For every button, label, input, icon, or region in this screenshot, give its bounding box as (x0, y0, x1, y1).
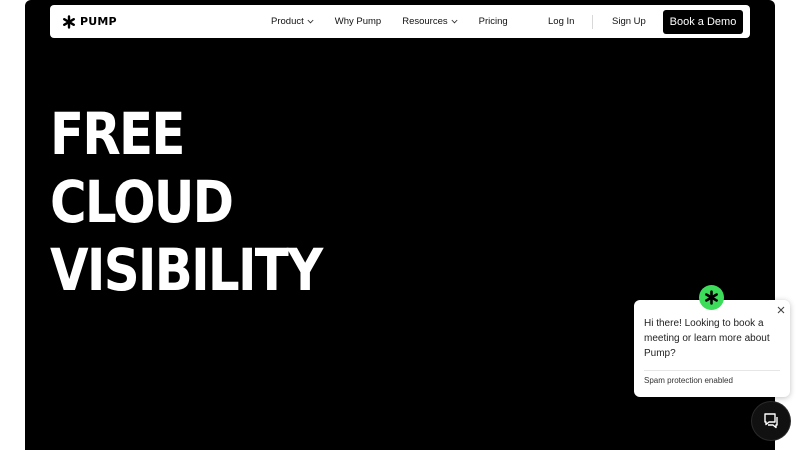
nav-item-product[interactable]: Product (271, 16, 314, 27)
top-navbar: PUMP Product Why Pump Resources Pricing … (50, 5, 750, 38)
brand-logo[interactable]: PUMP (62, 5, 117, 38)
nav-item-label: Product (271, 16, 304, 27)
brand-name: PUMP (80, 15, 117, 28)
chevron-down-icon (307, 19, 314, 24)
chat-message: Hi there! Looking to book a meeting or l… (644, 318, 770, 359)
nav-item-label: Why Pump (334, 16, 382, 27)
book-demo-button[interactable]: Book a Demo (663, 10, 743, 34)
chat-bubbles-icon (764, 413, 778, 429)
asterisk-icon (705, 290, 718, 305)
nav-item-label: Resources (402, 16, 448, 27)
chevron-down-icon (451, 19, 458, 24)
login-link[interactable]: Log In (548, 5, 574, 38)
close-icon[interactable] (775, 304, 787, 316)
chat-launcher-button[interactable] (752, 402, 790, 440)
hero-headline-line: CLOUD (50, 168, 234, 236)
asterisk-icon (63, 14, 76, 29)
nav-links: Product Why Pump Resources Pricing (271, 5, 529, 38)
chat-popup: Hi there! Looking to book a meeting or l… (634, 300, 790, 397)
nav-item-resources[interactable]: Resources (402, 16, 458, 27)
spam-protection-note: Spam protection enabled (644, 376, 733, 385)
hero-headline-line: FREE (50, 100, 185, 168)
chat-avatar (699, 285, 724, 310)
nav-item-label: Pricing (478, 16, 508, 27)
nav-item-why-pump[interactable]: Why Pump (335, 16, 381, 27)
signup-link[interactable]: Sign Up (612, 5, 646, 38)
hero-headline-line: VISIBILITY (50, 236, 323, 304)
nav-item-pricing[interactable]: Pricing (479, 16, 508, 27)
hero-headline: FREE CLOUD VISIBILITY (50, 100, 323, 304)
chat-divider (644, 370, 780, 371)
nav-divider (592, 15, 593, 29)
